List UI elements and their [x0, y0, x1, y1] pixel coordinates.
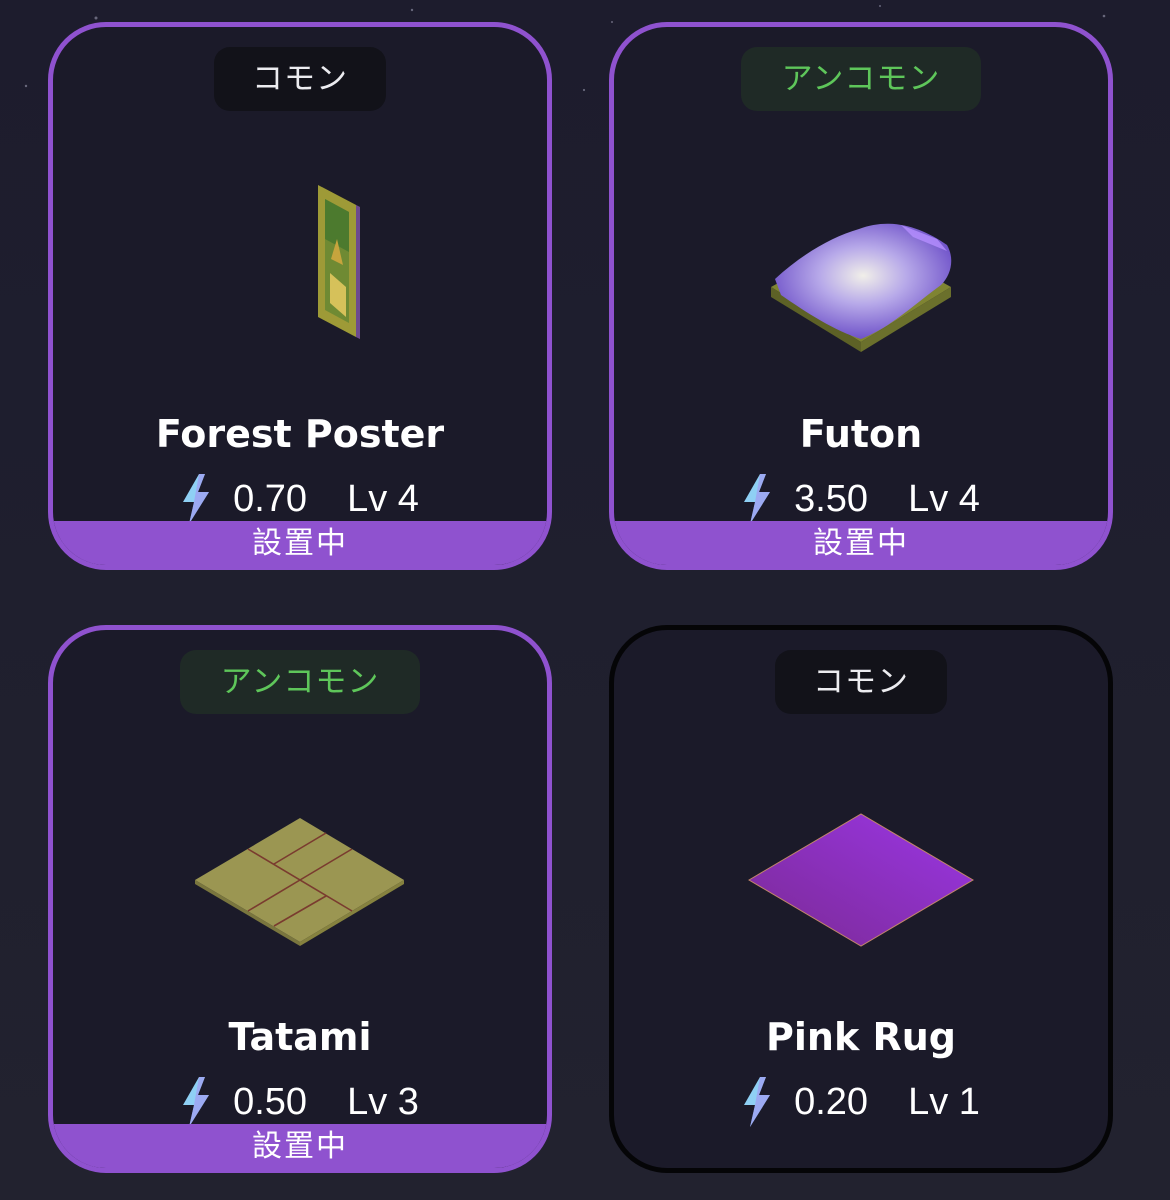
futon-icon	[771, 223, 952, 352]
item-card-futon[interactable]: アンコモン Futon 3.50 Lv 4 設置中	[609, 22, 1113, 570]
energy-value: 0.50	[233, 1080, 308, 1123]
energy-value: 0.70	[233, 477, 308, 520]
item-stats: 0.70 Lv 4	[53, 474, 547, 524]
item-stats: 3.50 Lv 4	[614, 474, 1108, 524]
rarity-badge: コモン	[214, 47, 386, 111]
pink-rug-icon	[748, 813, 974, 947]
placed-status-bar: 設置中	[53, 1124, 547, 1168]
lightning-bolt-icon	[183, 474, 210, 524]
level-value: Lv 1	[908, 1080, 980, 1123]
level-value: Lv 4	[347, 477, 419, 520]
item-image-tatami	[53, 750, 547, 990]
item-name: Pink Rug	[766, 1015, 956, 1059]
rarity-badge: アンコモン	[741, 47, 981, 111]
lightning-bolt-icon	[744, 474, 771, 524]
item-image-forest-poster	[53, 147, 547, 387]
item-card-tatami[interactable]: アンコモン Tatami 0.50 Lv 3 設置中	[48, 625, 552, 1173]
item-card-pink-rug[interactable]: コモン Pink Rug 0.20 Lv 1	[609, 625, 1113, 1173]
energy-value: 3.50	[794, 477, 869, 520]
item-image-futon	[614, 147, 1108, 387]
rarity-badge: アンコモン	[180, 650, 420, 714]
rarity-badge: コモン	[775, 650, 947, 714]
item-stats: 0.50 Lv 3	[53, 1077, 547, 1127]
item-image-pink-rug	[614, 750, 1108, 990]
energy-value: 0.20	[794, 1080, 869, 1123]
tatami-icon	[195, 818, 404, 946]
lightning-bolt-icon	[744, 1077, 771, 1127]
item-stats: 0.20 Lv 1	[614, 1077, 1108, 1127]
item-card-forest-poster[interactable]: コモン Forest Poster 0.70 Lv 4 設置中	[48, 22, 552, 570]
placed-status-bar: 設置中	[53, 521, 547, 565]
item-name: Futon	[799, 412, 923, 456]
level-value: Lv 3	[347, 1080, 419, 1123]
item-name: Forest Poster	[155, 412, 445, 456]
item-name: Tatami	[228, 1015, 372, 1059]
placed-status-bar: 設置中	[614, 521, 1108, 565]
level-value: Lv 4	[908, 477, 980, 520]
forest-poster-icon	[318, 185, 360, 339]
lightning-bolt-icon	[183, 1077, 210, 1127]
